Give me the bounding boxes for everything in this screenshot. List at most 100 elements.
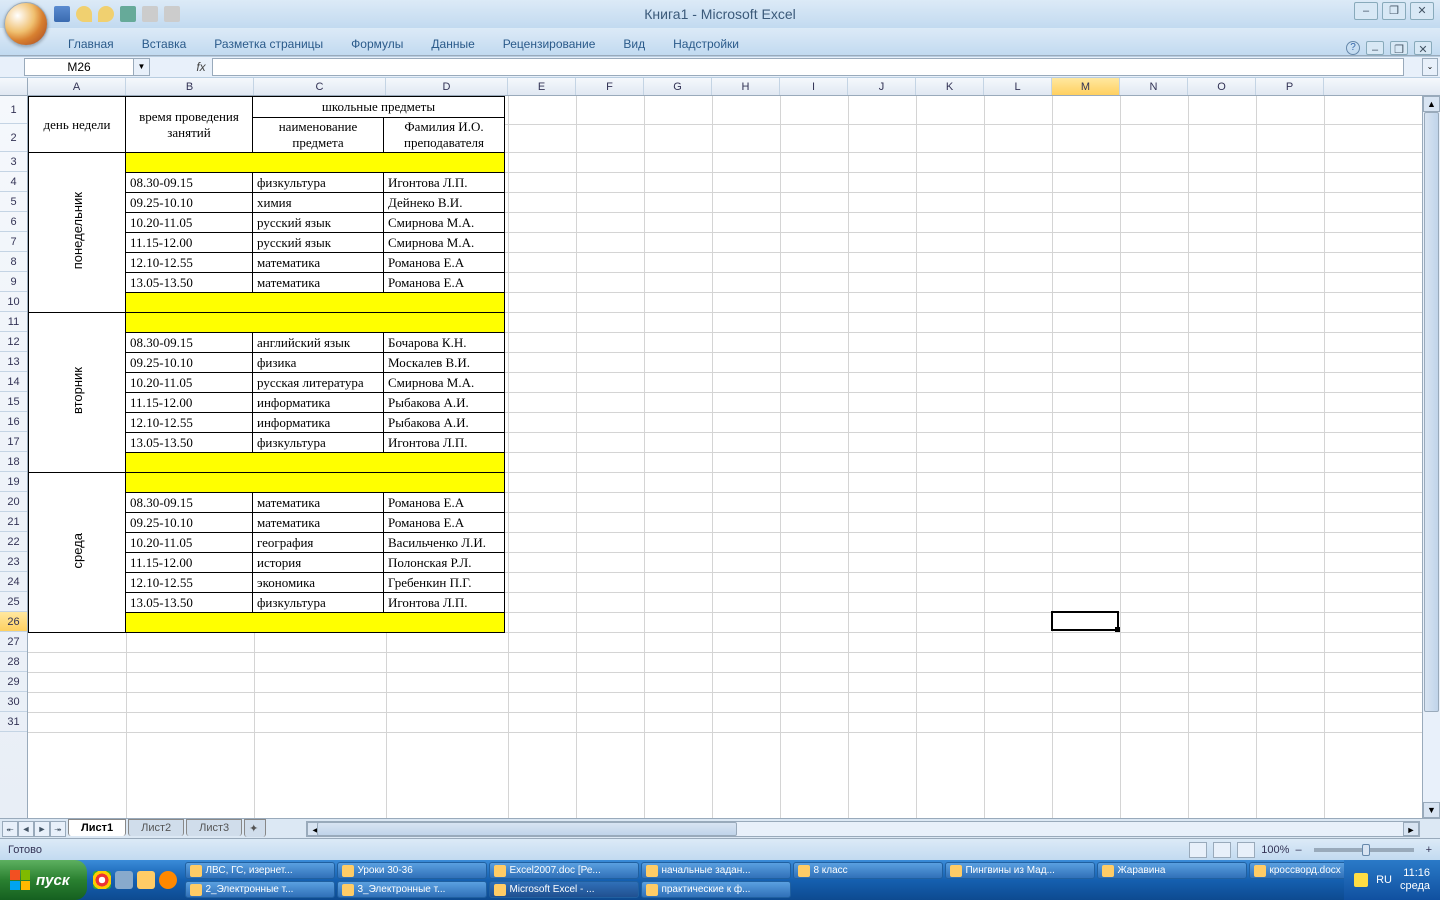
cell[interactable]: Романова Е.А (384, 493, 505, 513)
cell[interactable]: английский язык (253, 333, 384, 353)
tab-nav-next[interactable]: ► (34, 821, 50, 837)
open-icon[interactable] (120, 6, 136, 22)
cell[interactable]: физкультура (253, 433, 384, 453)
sheet-tab-2[interactable]: Лист2 (128, 819, 184, 836)
col-header-C[interactable]: C (254, 78, 386, 95)
scroll-up-icon[interactable]: ▲ (1423, 96, 1440, 112)
help-icon[interactable]: ? (1346, 41, 1360, 55)
col-header-O[interactable]: O (1188, 78, 1256, 95)
cell[interactable]: Васильченко Л.И. (384, 533, 505, 553)
tab-insert[interactable]: Вставка (128, 33, 201, 55)
hdr-subjects[interactable]: школьные предметы (253, 97, 505, 118)
col-header-P[interactable]: P (1256, 78, 1324, 95)
tray-lang[interactable]: RU (1376, 874, 1392, 886)
cell[interactable]: Смирнова М.А. (384, 373, 505, 393)
cell[interactable]: 10.20-11.05 (126, 213, 253, 233)
tab-review[interactable]: Рецензирование (489, 33, 610, 55)
cell[interactable]: 09.25-10.10 (126, 513, 253, 533)
yellow-row[interactable] (126, 473, 505, 493)
minimize-button[interactable]: – (1354, 2, 1378, 20)
quick-print-icon[interactable] (142, 6, 158, 22)
row-header-15[interactable]: 15 (0, 392, 27, 412)
row-header-23[interactable]: 23 (0, 552, 27, 572)
day-wed[interactable]: среда (29, 473, 126, 633)
row-header-17[interactable]: 17 (0, 432, 27, 452)
cell[interactable]: 09.25-10.10 (126, 193, 253, 213)
taskbar-task[interactable]: 3_Электронные т... (337, 881, 487, 898)
cell[interactable]: 13.05-13.50 (126, 593, 253, 613)
cell[interactable]: 08.30-09.15 (126, 333, 253, 353)
cell[interactable]: русская литература (253, 373, 384, 393)
cell[interactable]: 08.30-09.15 (126, 493, 253, 513)
row-header-3[interactable]: 3 (0, 152, 27, 172)
col-header-A[interactable]: A (28, 78, 126, 95)
col-header-D[interactable]: D (386, 78, 508, 95)
cell[interactable]: Игонтова Л.П. (384, 433, 505, 453)
tab-nav-last[interactable]: ⯮ (50, 821, 66, 837)
cell[interactable]: математика (253, 493, 384, 513)
cell[interactable]: 09.25-10.10 (126, 353, 253, 373)
col-header-F[interactable]: F (576, 78, 644, 95)
wb-minimize-button[interactable]: – (1366, 41, 1384, 55)
row-header-1[interactable]: 1 (0, 96, 27, 124)
wb-close-button[interactable]: ✕ (1414, 41, 1432, 55)
undo-icon[interactable] (76, 6, 92, 22)
cell[interactable]: физкультура (253, 593, 384, 613)
cell[interactable]: математика (253, 253, 384, 273)
cell[interactable]: 12.10-12.55 (126, 413, 253, 433)
cell[interactable]: русский язык (253, 213, 384, 233)
wb-restore-button[interactable]: ❐ (1390, 41, 1408, 55)
taskbar-task[interactable]: Жаравина (1097, 862, 1247, 879)
ql-chrome-icon[interactable] (93, 871, 111, 889)
cell[interactable]: 13.05-13.50 (126, 273, 253, 293)
fx-label[interactable]: fx (190, 60, 212, 74)
row-header-20[interactable]: 20 (0, 492, 27, 512)
row-header-29[interactable]: 29 (0, 672, 27, 692)
col-header-E[interactable]: E (508, 78, 576, 95)
new-sheet-button[interactable]: ✦ (244, 819, 266, 837)
horizontal-scrollbar[interactable]: ◄ ► (306, 821, 1420, 837)
row-header-31[interactable]: 31 (0, 712, 27, 732)
col-header-I[interactable]: I (780, 78, 848, 95)
taskbar-task[interactable]: ЛВС, ГС, изернет... (185, 862, 335, 879)
cell[interactable]: Бочарова К.Н. (384, 333, 505, 353)
view-pagebreak-icon[interactable] (1237, 842, 1255, 858)
view-normal-icon[interactable] (1189, 842, 1207, 858)
col-header-H[interactable]: H (712, 78, 780, 95)
cell[interactable]: математика (253, 273, 384, 293)
name-box-dropdown[interactable]: ▼ (134, 58, 150, 76)
col-header-B[interactable]: B (126, 78, 254, 95)
col-header-L[interactable]: L (984, 78, 1052, 95)
row-header-26[interactable]: 26 (0, 612, 27, 632)
cell[interactable]: Игонтова Л.П. (384, 173, 505, 193)
cell[interactable]: русский язык (253, 233, 384, 253)
hdr-day[interactable]: день недели (29, 97, 126, 153)
cell[interactable]: физика (253, 353, 384, 373)
cell[interactable]: 11.15-12.00 (126, 553, 253, 573)
row-header-25[interactable]: 25 (0, 592, 27, 612)
redo-icon[interactable] (98, 6, 114, 22)
tray-shield-icon[interactable] (1354, 873, 1368, 887)
cell[interactable]: химия (253, 193, 384, 213)
tray-clock[interactable]: 11:16 среда (1400, 867, 1430, 893)
cell[interactable]: Полонская Р.Л. (384, 553, 505, 573)
close-button[interactable]: ✕ (1410, 2, 1434, 20)
zoom-slider[interactable] (1314, 848, 1414, 852)
sheet-tab-3[interactable]: Лист3 (186, 819, 242, 836)
tab-home[interactable]: Главная (54, 33, 128, 55)
cell[interactable]: Рыбакова А.И. (384, 413, 505, 433)
col-header-N[interactable]: N (1120, 78, 1188, 95)
row-header-19[interactable]: 19 (0, 472, 27, 492)
col-header-G[interactable]: G (644, 78, 712, 95)
hdr-teacher[interactable]: Фамилия И.О. преподавателя (384, 117, 505, 152)
yellow-row[interactable] (126, 153, 505, 173)
day-mon[interactable]: понедельник (29, 153, 126, 313)
scroll-down-icon[interactable]: ▼ (1423, 802, 1440, 818)
save-icon[interactable] (54, 6, 70, 22)
col-header-K[interactable]: K (916, 78, 984, 95)
cell[interactable]: экономика (253, 573, 384, 593)
cell[interactable]: информатика (253, 413, 384, 433)
cell[interactable]: информатика (253, 393, 384, 413)
hdr-time[interactable]: время проведения занятий (126, 97, 253, 153)
cell[interactable]: Рыбакова А.И. (384, 393, 505, 413)
